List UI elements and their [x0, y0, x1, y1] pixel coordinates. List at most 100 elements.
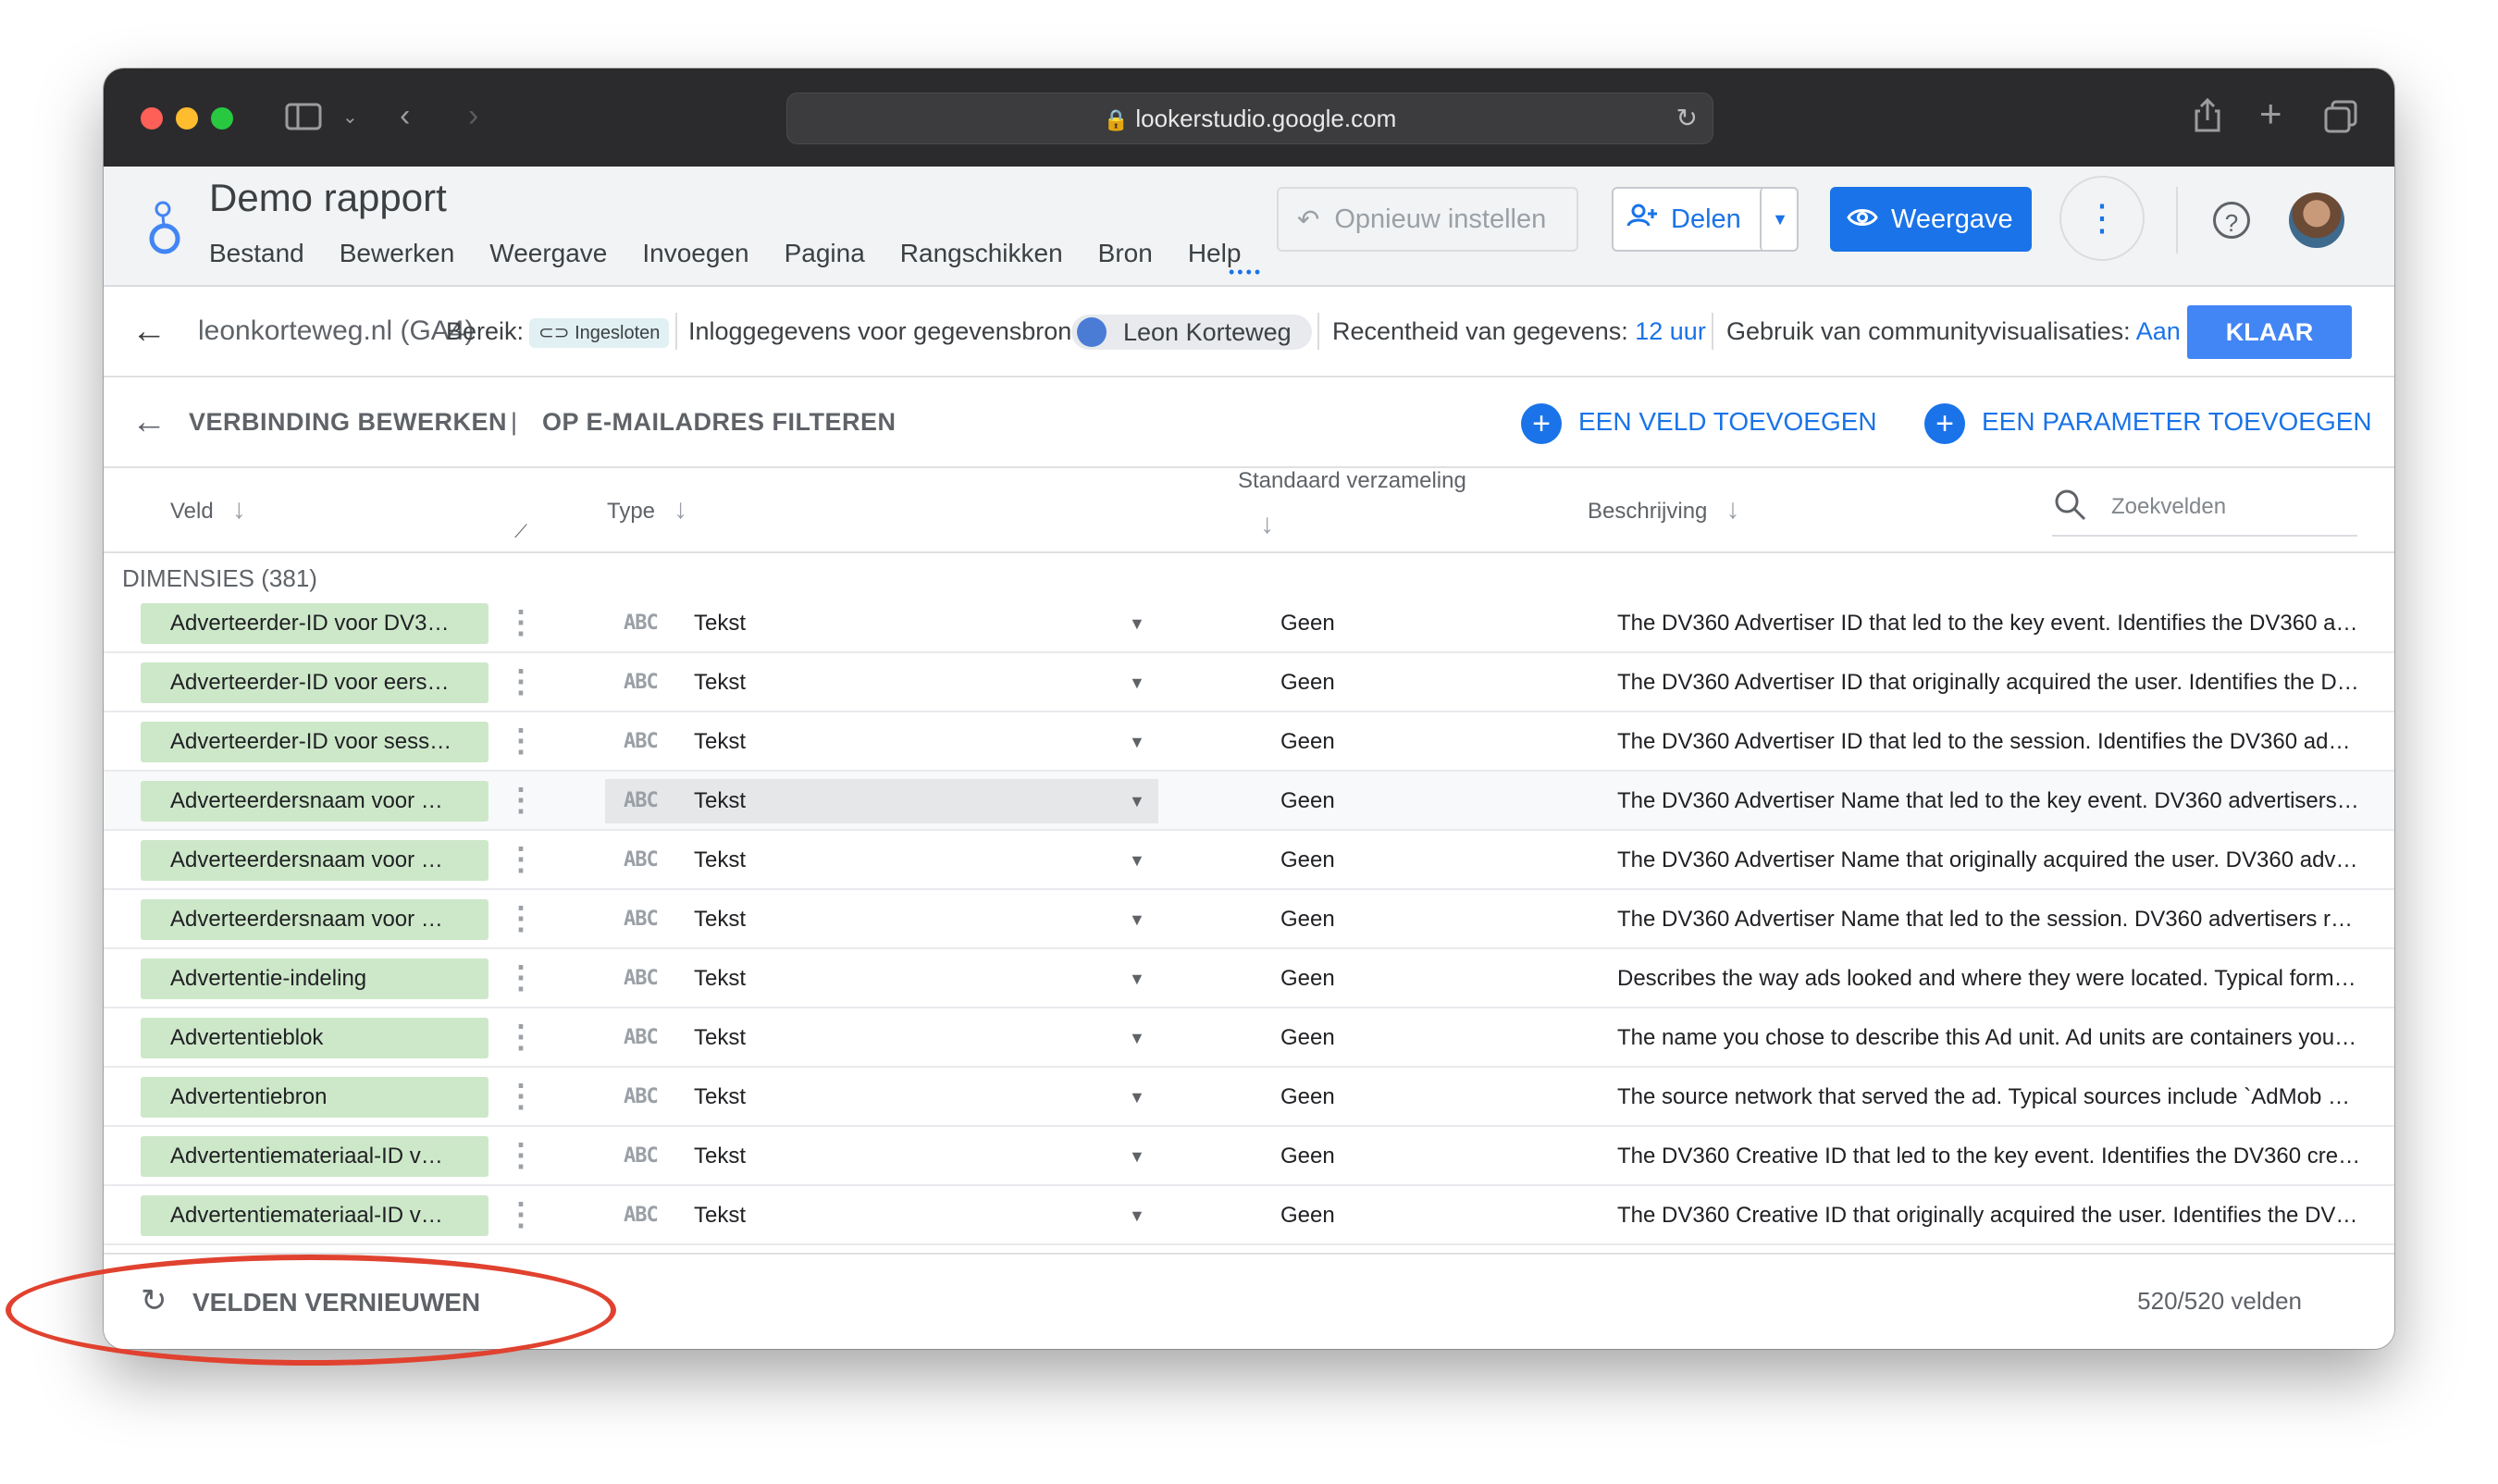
aggregation-value[interactable]: Geen [1280, 1008, 1335, 1068]
kebab-icon[interactable]: ⋮ [505, 725, 537, 757]
view-button[interactable]: Weergave [1830, 187, 2032, 252]
field-chip[interactable]: Advertentiemateriaal-ID v… [141, 1195, 488, 1236]
back-icon[interactable]: ‹ [400, 100, 410, 131]
field-chip[interactable]: Adverteerdersnaam voor … [141, 840, 488, 881]
kebab-icon[interactable]: ⋮ [505, 1140, 537, 1171]
filter-email-button[interactable]: OP E-MAILADRES FILTEREN [542, 377, 897, 466]
done-button[interactable]: KLAAR [2187, 305, 2352, 359]
edit-connection-button[interactable]: VERBINDING BEWERKEN [189, 377, 507, 466]
kebab-icon[interactable]: ⋮ [505, 785, 537, 816]
field-chip[interactable]: Adverteerder-ID voor DV3… [141, 603, 488, 644]
menu-item-bestand[interactable]: Bestand [209, 239, 304, 268]
column-resize-icon[interactable]: ⟋ [514, 522, 527, 543]
description-value[interactable]: The name you chose to describe this Ad u… [1617, 1008, 2361, 1068]
description-value[interactable]: The source network that served the ad. T… [1617, 1068, 2361, 1127]
credentials-chip[interactable]: Leon Korteweg [1071, 315, 1312, 350]
field-chip[interactable]: Adverteerdersnaam voor … [141, 899, 488, 940]
community-setting[interactable]: Gebruik van communityvisualisaties: Aan [1726, 287, 2181, 376]
share-icon[interactable] [2193, 96, 2222, 139]
type-select[interactable]: ABC Tekst [605, 1016, 1158, 1060]
chevron-down-icon[interactable]: ⌄ [342, 102, 358, 133]
caret-down-icon[interactable]: ▼ [1129, 653, 1145, 712]
description-value[interactable]: The DV360 Advertiser Name that originall… [1617, 831, 2361, 890]
column-type[interactable]: Type ↓ [607, 494, 687, 526]
add-field-plus-icon[interactable]: + [1521, 403, 1562, 444]
description-value[interactable]: The DV360 Creative ID that led to the ke… [1617, 1127, 2361, 1186]
field-chip[interactable]: Advertentiemateriaal-ID v… [141, 1136, 488, 1177]
type-select[interactable]: ABC Tekst [605, 1075, 1158, 1119]
aggregation-value[interactable]: Geen [1280, 1068, 1335, 1127]
type-select[interactable]: ABC Tekst [605, 779, 1158, 823]
column-description[interactable]: Beschrijving ↓ [1588, 494, 1739, 526]
datasource-name[interactable]: leonkorteweg.nl (GA4) [198, 287, 474, 376]
description-value[interactable]: The DV360 Advertiser Name that led to th… [1617, 890, 2361, 949]
close-window-button[interactable] [141, 107, 163, 130]
description-value[interactable]: The DV360 Advertiser Name that led to th… [1617, 772, 2361, 831]
column-field[interactable]: Veld ↓ [170, 494, 246, 526]
menu-item-bron[interactable]: Bron [1098, 239, 1153, 268]
field-chip[interactable]: Advertentie-indeling [141, 958, 488, 999]
type-select[interactable]: ABC Tekst [605, 661, 1158, 705]
menu-item-rangschikken[interactable]: Rangschikken [900, 239, 1063, 268]
caret-down-icon[interactable]: ▼ [1129, 1127, 1145, 1186]
type-select[interactable]: ABC Tekst [605, 838, 1158, 883]
field-chip[interactable]: Adverteerdersnaam voor … [141, 781, 488, 822]
add-parameter-button[interactable]: EEN PARAMETER TOEVOEGEN [1982, 377, 2372, 466]
back-arrow-icon[interactable]: ← [131, 287, 167, 376]
kebab-icon[interactable]: ⋮ [505, 607, 537, 638]
sidebar-toggle-icon[interactable] [285, 102, 322, 137]
kebab-icon[interactable]: ⋮ [505, 844, 537, 875]
aggregation-value[interactable]: Geen [1280, 949, 1335, 1008]
description-value[interactable]: The DV360 Advertiser ID that led to the … [1617, 594, 2361, 653]
tab-overview-icon[interactable] [2324, 100, 2357, 139]
kebab-icon[interactable]: ⋮ [505, 666, 537, 698]
field-chip[interactable]: Advertentieblok [141, 1018, 488, 1058]
scope-chip[interactable]: ⊂⊃ Ingesloten [529, 318, 670, 348]
new-tab-icon[interactable]: + [2259, 94, 2282, 133]
type-select[interactable]: ABC Tekst [605, 957, 1158, 1001]
minimize-window-button[interactable] [176, 107, 198, 130]
avatar[interactable] [2289, 192, 2344, 248]
type-select[interactable]: ABC Tekst [605, 897, 1158, 942]
freshness-setting[interactable]: Recentheid van gegevens: 12 uur [1332, 287, 1706, 376]
community-value[interactable]: Aan [2136, 317, 2181, 345]
back-arrow-icon[interactable]: ← [131, 377, 167, 466]
description-value[interactable]: The DV360 Advertiser ID that led to the … [1617, 712, 2361, 772]
aggregation-value[interactable]: Geen [1280, 772, 1335, 831]
add-field-button[interactable]: EEN VELD TOEVOEGEN [1578, 377, 1877, 466]
aggregation-value[interactable]: Geen [1280, 1127, 1335, 1186]
field-chip[interactable]: Adverteerder-ID voor eers… [141, 662, 488, 703]
menu-item-bewerken[interactable]: Bewerken [340, 239, 455, 268]
kebab-icon[interactable]: ⋮ [505, 903, 537, 934]
share-dropdown-button[interactable]: ▼ [1760, 187, 1799, 252]
caret-down-icon[interactable]: ▼ [1129, 1186, 1145, 1245]
menu-item-weergave[interactable]: Weergave [489, 239, 607, 268]
caret-down-icon[interactable]: ▼ [1129, 594, 1145, 653]
caret-down-icon[interactable]: ▼ [1129, 712, 1145, 772]
field-chip[interactable]: Advertentiebron [141, 1077, 488, 1118]
aggregation-value[interactable]: Geen [1280, 594, 1335, 653]
kebab-icon[interactable]: ⋮ [505, 1081, 537, 1112]
report-title[interactable]: Demo rapport [209, 176, 447, 220]
kebab-icon[interactable]: ⋮ [505, 1021, 537, 1053]
add-parameter-plus-icon[interactable]: + [1924, 403, 1965, 444]
type-select[interactable]: ABC Tekst [605, 1193, 1158, 1238]
column-aggregation-label[interactable]: Standaard verzameling [1238, 468, 1466, 494]
field-chip[interactable]: Adverteerder-ID voor sess… [141, 722, 488, 762]
caret-down-icon[interactable]: ▼ [1129, 831, 1145, 890]
aggregation-value[interactable]: Geen [1280, 890, 1335, 949]
forward-icon[interactable]: › [468, 100, 478, 131]
reset-button[interactable]: ↶ Opnieuw instellen [1277, 187, 1578, 252]
zoom-window-button[interactable] [211, 107, 233, 130]
type-select[interactable]: ABC Tekst [605, 1134, 1158, 1179]
freshness-value[interactable]: 12 uur [1635, 317, 1706, 345]
sort-arrow-icon[interactable]: ↓ [1260, 509, 1274, 540]
menu-item-invoegen[interactable]: Invoegen [642, 239, 748, 268]
menu-item-pagina[interactable]: Pagina [785, 239, 865, 268]
type-select[interactable]: ABC Tekst [605, 601, 1158, 646]
caret-down-icon[interactable]: ▼ [1129, 949, 1145, 1008]
description-value[interactable]: The DV360 Advertiser ID that originally … [1617, 653, 2361, 712]
aggregation-value[interactable]: Geen [1280, 712, 1335, 772]
caret-down-icon[interactable]: ▼ [1129, 772, 1145, 831]
kebab-icon[interactable]: ⋮ [505, 1199, 537, 1230]
